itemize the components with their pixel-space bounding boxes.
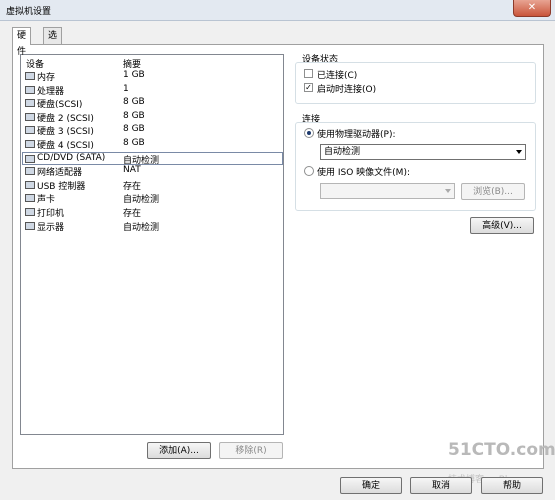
close-button[interactable]: ✕ (513, 0, 551, 17)
column-device: 设备 (26, 60, 45, 70)
disk-icon (25, 99, 35, 108)
hardware-summary: 1 GB (123, 70, 145, 80)
hardware-row[interactable]: 网络适配器 NAT (23, 165, 281, 178)
physical-drive-value: 自动检测 (324, 147, 361, 157)
hardware-summary: 8 GB (123, 124, 145, 135)
hardware-row[interactable]: 声卡 自动检测 (23, 192, 281, 205)
hardware-device-name: 网络适配器 (37, 168, 83, 179)
hardware-device-name: 硬盘(SCSI) (37, 100, 83, 111)
hardware-summary: 自动检测 (123, 155, 160, 166)
physical-drive-select[interactable]: 自动检测 (320, 144, 526, 160)
hardware-summary: 8 GB (123, 138, 145, 148)
hardware-summary: 自动检测 (123, 222, 160, 233)
hardware-device-name: 硬盘 4 (SCSI) (37, 141, 94, 151)
hardware-device-name: 显示器 (37, 222, 65, 233)
browse-button[interactable]: 浏览(B)... (461, 183, 525, 200)
cancel-button[interactable]: 取消 (410, 477, 472, 494)
hardware-summary: NAT (123, 165, 141, 176)
physical-drive-label: 使用物理驱动器(P): (317, 130, 396, 140)
hardware-list[interactable]: 设备 摘要 内存 1 GB 处理器 1 硬盘(SCSI) 8 GB 硬盘 2 (SCSI) 8… (20, 54, 284, 435)
hardware-summary: 存在 (123, 209, 142, 219)
hardware-row[interactable]: 硬盘(SCSI) 8 GB (23, 97, 281, 110)
hardware-summary: 自动检测 (123, 195, 160, 206)
hardware-row[interactable]: 打印机 存在 (23, 206, 281, 219)
disk-icon (25, 112, 35, 121)
usb-icon (25, 180, 35, 189)
iso-path-select[interactable] (320, 183, 455, 199)
hardware-row[interactable]: CD/DVD (SATA) 自动检测 (22, 151, 283, 166)
hardware-device-name: USB 控制器 (37, 181, 86, 192)
hardware-row[interactable]: 显示器 自动检测 (23, 220, 281, 233)
hardware-summary: 8 GB (123, 97, 145, 108)
watermark-logo: 51CTO.com (448, 440, 555, 460)
connect-on-power-label: 启动时连接(O) (317, 85, 377, 95)
help-button[interactable]: 帮助 (481, 477, 543, 494)
chevron-down-icon (516, 150, 522, 154)
tab-options[interactable]: 选项 (43, 27, 63, 57)
close-icon: ✕ (527, 2, 537, 13)
connect-on-power-checkbox[interactable]: ✓ (304, 83, 313, 92)
hardware-device-name: 声卡 (37, 195, 56, 206)
network-icon (25, 167, 35, 176)
list-header: 设备 摘要 (21, 57, 283, 70)
title-bar: 虚拟机设置 ✕ (0, 0, 555, 21)
sound-icon (25, 194, 35, 203)
physical-drive-radio[interactable] (304, 128, 314, 138)
disk-icon (25, 140, 35, 148)
add-button[interactable]: 添加(A)... (147, 442, 211, 459)
remove-button[interactable]: 移除(R) (219, 442, 283, 459)
printer-icon (25, 208, 35, 216)
hardware-row[interactable]: 硬盘 2 (SCSI) 8 GB (23, 111, 281, 124)
checkmark-icon: ✓ (305, 83, 312, 92)
connected-label: 已连接(C) (317, 71, 358, 81)
hardware-device-name: 硬盘 2 (SCSI) (37, 113, 94, 124)
column-summary: 摘要 (123, 60, 142, 70)
processor-icon (25, 85, 35, 94)
hardware-device-name: 硬盘 3 (SCSI) (37, 127, 94, 138)
memory-icon (25, 72, 35, 80)
hardware-summary: 8 GB (123, 110, 145, 121)
display-icon (25, 221, 35, 230)
tab-hardware[interactable]: 硬件 (12, 27, 32, 57)
disk-icon (25, 126, 35, 135)
cd-dvd-icon (25, 154, 35, 163)
advanced-button[interactable]: 高级(V)... (470, 217, 534, 234)
hardware-device-name: 打印机 (37, 209, 65, 219)
hardware-row[interactable]: 硬盘 3 (SCSI) 8 GB (23, 124, 281, 137)
ok-button[interactable]: 确定 (340, 477, 402, 494)
hardware-row[interactable]: 内存 1 GB (23, 70, 281, 83)
hardware-row[interactable]: 硬盘 4 (SCSI) 8 GB (23, 138, 281, 151)
hardware-row[interactable]: 处理器 1 (23, 84, 281, 97)
hardware-device-name: 处理器 (37, 86, 65, 97)
tab-panel: 设备 摘要 内存 1 GB 处理器 1 硬盘(SCSI) 8 GB 硬盘 2 (SCSI) 8… (12, 44, 544, 469)
window-title: 虚拟机设置 (6, 7, 52, 17)
iso-image-label: 使用 ISO 映像文件(M): (317, 168, 410, 178)
hardware-device-name: CD/DVD (SATA) (37, 152, 106, 163)
chevron-down-icon (445, 189, 451, 193)
iso-image-radio[interactable] (304, 166, 314, 176)
hardware-device-name: 内存 (37, 73, 56, 83)
hardware-summary: 存在 (123, 181, 142, 192)
connected-checkbox[interactable] (304, 69, 313, 78)
hardware-row[interactable]: USB 控制器 存在 (23, 179, 281, 192)
hardware-summary: 1 (123, 83, 129, 94)
